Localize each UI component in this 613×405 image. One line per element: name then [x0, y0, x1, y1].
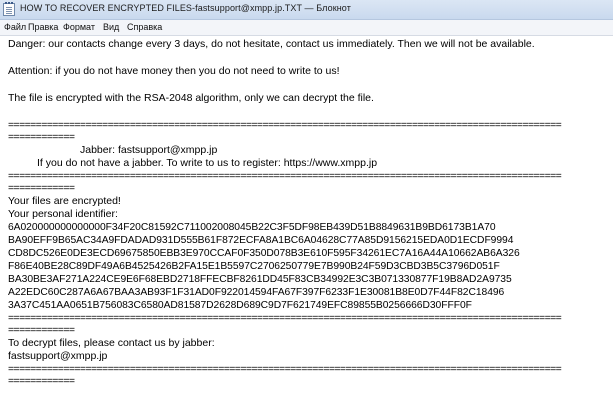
separator-line: ========================================… — [8, 170, 562, 182]
separator-line: ============ — [8, 182, 75, 194]
separator-line: ========================================… — [8, 119, 562, 131]
window-title: HOW TO RECOVER ENCRYPTED FILES-fastsuppo… — [20, 3, 351, 13]
separator-line: ============ — [8, 131, 75, 143]
identifier-line: BA90EFF9B65AC34A9FDADAD931D555B61F872ECF… — [8, 235, 514, 246]
menu-bar: Файл Правка Формат Вид Справка — [0, 20, 613, 36]
files-encrypted-line: Your files are encrypted! — [8, 195, 121, 207]
title-bar[interactable]: HOW TO RECOVER ENCRYPTED FILES-fastsuppo… — [0, 0, 613, 20]
identifier-line: A22EDC60C287A6A67BAA3AB93F1F31AD0F922014… — [8, 287, 505, 298]
separator-line: ========================================… — [8, 363, 562, 375]
identifier-line: F86E40BE28C89DF49A6B4525426B2FA15E1B5597… — [8, 261, 500, 272]
register-line: If you do not have a jabber. To write to… — [37, 157, 378, 169]
notepad-icon — [3, 2, 15, 16]
identifier-line: BA30BE3AF271A224CE9E6F68EBD2718FFECBF826… — [8, 274, 512, 285]
menu-format[interactable]: Формат — [63, 22, 95, 32]
attention-line: Attention: if you do not have money then… — [8, 65, 340, 77]
menu-view[interactable]: Вид — [103, 22, 119, 32]
menu-file[interactable]: Файл — [4, 22, 26, 32]
contact-line: fastsupport@xmpp.jp — [8, 350, 108, 362]
decrypt-instruction-line: To decrypt files, please contact us by j… — [8, 337, 215, 349]
text-editor-area[interactable]: Danger: our contacts change every 3 days… — [0, 36, 613, 405]
menu-edit[interactable]: Правка — [28, 22, 58, 32]
identifier-line: 3A37C451AA0651B756083C6580AD81587D2628D6… — [8, 300, 472, 311]
separator-line: ============ — [8, 324, 75, 336]
rsa-line: The file is encrypted with the RSA-2048 … — [8, 92, 374, 104]
personal-id-label: Your personal identifier: — [8, 208, 118, 220]
separator-line: ============ — [8, 375, 75, 387]
separator-line: ========================================… — [8, 312, 562, 324]
jabber-line: Jabber: fastsupport@xmpp.jp — [80, 144, 218, 156]
danger-line: Danger: our contacts change every 3 days… — [8, 38, 535, 50]
identifier-line: 6A020000000000000F34F20C81592C7110020080… — [8, 222, 496, 233]
menu-help[interactable]: Справка — [127, 22, 162, 32]
identifier-line: CD8DC526E0DE3ECD69675850EBB3E970CCAF0F35… — [8, 248, 520, 259]
notepad-window: HOW TO RECOVER ENCRYPTED FILES-fastsuppo… — [0, 0, 613, 405]
